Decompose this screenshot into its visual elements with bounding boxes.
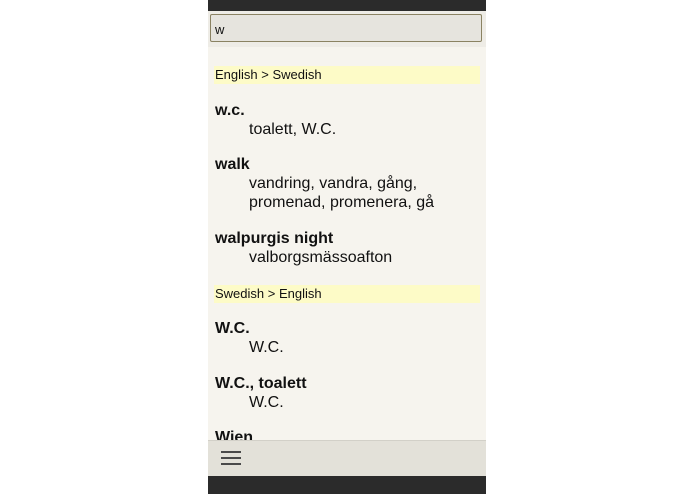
status-bar <box>208 0 486 11</box>
list-item[interactable]: Wien <box>215 428 480 440</box>
search-area <box>208 11 486 47</box>
list-item[interactable]: W.C. W.C. <box>215 319 480 357</box>
list-item[interactable]: walk vandring, vandra, gång, promenad, p… <box>215 155 480 212</box>
entry-translation: W.C. <box>249 339 284 356</box>
entry-translation: W.C. <box>249 394 284 411</box>
entry-translation: toalett, W.C. <box>249 121 337 138</box>
bottom-toolbar <box>208 440 486 476</box>
hamburger-menu-icon[interactable] <box>221 450 241 466</box>
entry-headword: w.c. <box>215 102 245 119</box>
entry-headword: walpurgis night <box>215 230 334 247</box>
section-header-swedish-english: Swedish > English <box>214 285 480 303</box>
entry-translation: vandring, vandra, gång, <box>249 175 418 192</box>
results-list[interactable]: English > Swedish w.c. toalett, W.C. wal… <box>208 47 486 440</box>
section-header-english-swedish: English > Swedish <box>214 66 480 84</box>
entry-headword: W.C., toalett <box>215 375 307 392</box>
list-item[interactable]: walpurgis night valborgsmässoafton <box>215 229 480 267</box>
entry-translation: valborgsmässoafton <box>249 249 393 266</box>
list-item[interactable]: w.c. toalett, W.C. <box>215 101 480 139</box>
entry-headword: W.C. <box>215 320 250 337</box>
entry-headword: Wien <box>215 429 254 440</box>
system-nav-bar <box>208 476 486 494</box>
list-item[interactable]: W.C., toalett W.C. <box>215 374 480 412</box>
search-input[interactable] <box>210 14 482 42</box>
app-screen: English > Swedish w.c. toalett, W.C. wal… <box>208 0 486 494</box>
entry-headword: walk <box>215 156 250 173</box>
entry-translation: promenad, promenera, gå <box>249 194 434 211</box>
